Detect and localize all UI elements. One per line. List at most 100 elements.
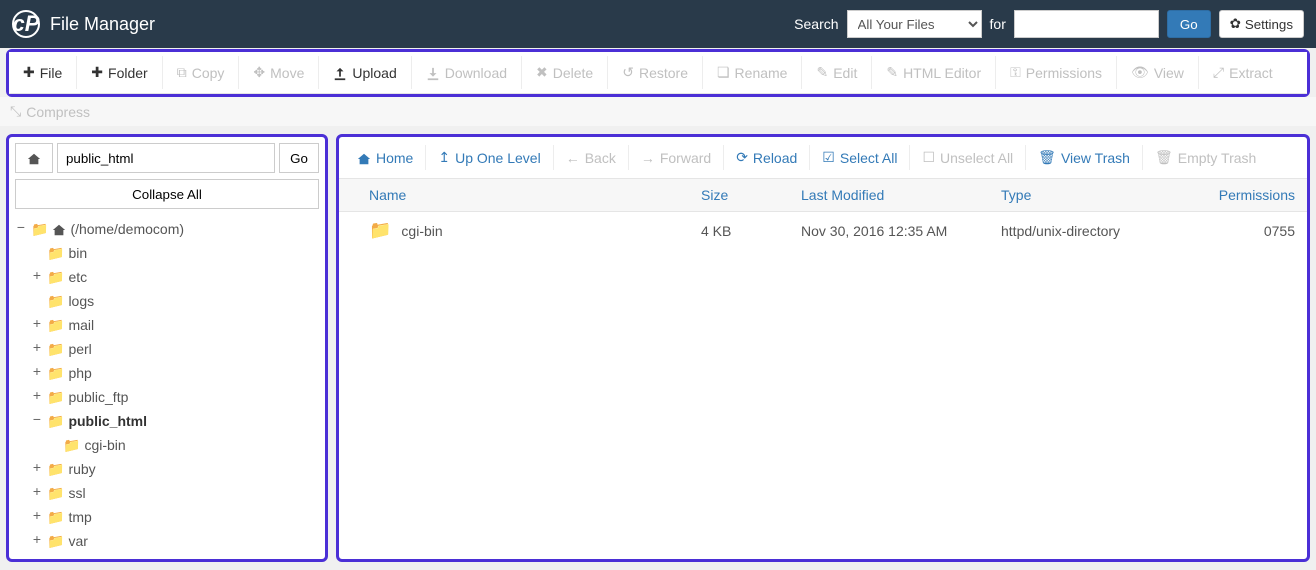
tree-item-mail[interactable]: +📁mail [31, 313, 319, 337]
file-button[interactable]: ✚File [9, 56, 77, 89]
tree-toggle[interactable]: + [31, 386, 43, 408]
uncheck-icon: ☐ [922, 149, 935, 166]
row-type: httpd/unix-directory [1001, 223, 1181, 239]
tree-label: mail [68, 314, 94, 336]
plus-icon: ✚ [91, 64, 103, 81]
col-permissions[interactable]: Permissions [1181, 187, 1295, 203]
nav-view-trash[interactable]: 🗑View Trash [1026, 145, 1143, 170]
tree-label: perl [68, 338, 91, 360]
folder-icon: 📁 [47, 410, 64, 432]
tree-toggle[interactable]: + [31, 266, 43, 288]
table-header: Name Size Last Modified Type Permissions [339, 179, 1307, 212]
html-editor-button[interactable]: ✎HTML Editor [872, 56, 996, 89]
nav-bar: Home ↥Up One Level ←Back →Forward ⟳Reloa… [339, 137, 1307, 179]
cpanel-logo-icon: cP [12, 10, 40, 38]
tree-label: logs [68, 290, 94, 312]
folder-icon: 📁 [47, 386, 64, 408]
folder-icon: 📁 [47, 458, 64, 480]
settings-button[interactable]: ✿ Settings [1219, 10, 1304, 38]
folder-button[interactable]: ✚Folder [77, 56, 162, 89]
home-icon [52, 218, 66, 240]
trash-icon: 🗑 [1155, 149, 1173, 166]
tree-toggle[interactable]: + [31, 482, 43, 504]
permissions-button[interactable]: ⚿Permissions [996, 56, 1117, 89]
search-scope-select[interactable]: All Your Files [847, 10, 982, 38]
nav-empty-trash[interactable]: 🗑Empty Trash [1143, 145, 1268, 170]
copy-button[interactable]: ⧉Copy [163, 56, 240, 89]
tree-item-ssl[interactable]: +📁ssl [31, 481, 319, 505]
tree-item-var[interactable]: +📁var [31, 529, 319, 553]
edit-button[interactable]: ✎Edit [802, 56, 872, 89]
move-button[interactable]: ✥Move [239, 56, 319, 89]
tree-toggle[interactable]: − [31, 410, 43, 432]
tree-item-public_ftp[interactable]: +📁public_ftp [31, 385, 319, 409]
move-icon: ✥ [253, 64, 265, 81]
arrow-left-icon: ← [566, 150, 580, 166]
tree-label: ssl [68, 482, 85, 504]
folder-icon: 📁 [47, 482, 64, 504]
nav-forward[interactable]: →Forward [629, 145, 724, 170]
tree-item-php[interactable]: +📁php [31, 361, 319, 385]
col-size[interactable]: Size [701, 187, 801, 203]
extract-button[interactable]: ⤢Extract [1199, 56, 1287, 89]
tree-toggle[interactable]: + [31, 506, 43, 528]
nav-up[interactable]: ↥Up One Level [426, 145, 553, 170]
nav-home[interactable]: Home [345, 145, 426, 170]
header-search: Search All Your Files for Go ✿ Settings [794, 10, 1304, 38]
download-button[interactable]: Download [412, 56, 522, 89]
path-input[interactable] [57, 143, 275, 173]
nav-select-all[interactable]: ☑Select All [810, 145, 910, 170]
copy-icon: ⧉ [177, 64, 187, 81]
compress-button[interactable]: ⤡Compress [0, 97, 1316, 126]
tree-toggle[interactable]: + [31, 458, 43, 480]
rename-icon: ❏ [717, 64, 730, 81]
eye-icon: 👁 [1131, 64, 1149, 81]
tree-label: etc [68, 266, 87, 288]
key-icon: ⚿ [1010, 64, 1021, 81]
home-path-button[interactable] [15, 143, 53, 173]
tree-label: var [68, 530, 87, 552]
col-modified[interactable]: Last Modified [801, 187, 1001, 203]
search-input[interactable] [1014, 10, 1159, 38]
tree-item-cgi-bin[interactable]: 📁cgi-bin [47, 433, 319, 457]
app-title: File Manager [50, 14, 155, 35]
table-body: 📁cgi-bin4 KBNov 30, 2016 12:35 AMhttpd/u… [339, 212, 1307, 249]
delete-button[interactable]: ✖Delete [522, 56, 608, 89]
search-label: Search [794, 16, 838, 32]
tree-item-logs[interactable]: 📁logs [31, 289, 319, 313]
table-row[interactable]: 📁cgi-bin4 KBNov 30, 2016 12:35 AMhttpd/u… [339, 212, 1307, 249]
col-type[interactable]: Type [1001, 187, 1181, 203]
tree-item-etc[interactable]: +📁etc [31, 265, 319, 289]
file-list-panel: Home ↥Up One Level ←Back →Forward ⟳Reloa… [336, 134, 1310, 562]
restore-button[interactable]: ↺Restore [608, 56, 703, 89]
tree-root[interactable]: − 📁 (/home/democom) [15, 217, 319, 241]
collapse-all-button[interactable]: Collapse All [15, 179, 319, 209]
tree-label: ruby [68, 458, 95, 480]
tree-item-perl[interactable]: +📁perl [31, 337, 319, 361]
tree-toggle[interactable]: + [31, 314, 43, 336]
upload-button[interactable]: Upload [319, 56, 411, 89]
toolbar-container: ✚File ✚Folder ⧉Copy ✥Move Upload Downloa… [6, 49, 1310, 97]
search-go-button[interactable]: Go [1167, 10, 1211, 38]
sidebar: Go Collapse All − 📁 (/home/democom) 📁bin… [6, 134, 328, 562]
gear-icon: ✿ [1230, 16, 1241, 32]
tree-toggle[interactable]: + [31, 338, 43, 360]
tree-item-public_html[interactable]: −📁public_html [31, 409, 319, 433]
path-go-button[interactable]: Go [279, 143, 319, 173]
nav-back[interactable]: ←Back [554, 145, 629, 170]
folder-icon: 📁 [47, 362, 64, 384]
tree-toggle[interactable]: + [31, 362, 43, 384]
tree-item-ruby[interactable]: +📁ruby [31, 457, 319, 481]
rename-button[interactable]: ❏Rename [703, 56, 802, 89]
folder-icon: 📁 [31, 218, 48, 240]
col-name[interactable]: Name [351, 187, 701, 203]
nav-reload[interactable]: ⟳Reload [724, 145, 810, 170]
view-button[interactable]: 👁View [1117, 56, 1199, 89]
tree-label: php [68, 362, 91, 384]
tree-toggle[interactable]: + [31, 530, 43, 552]
tree-item-tmp[interactable]: +📁tmp [31, 505, 319, 529]
nav-unselect-all[interactable]: ☐Unselect All [910, 145, 1026, 170]
upload-icon [333, 64, 347, 80]
tree-item-bin[interactable]: 📁bin [31, 241, 319, 265]
tree-label: public_html [68, 410, 147, 432]
